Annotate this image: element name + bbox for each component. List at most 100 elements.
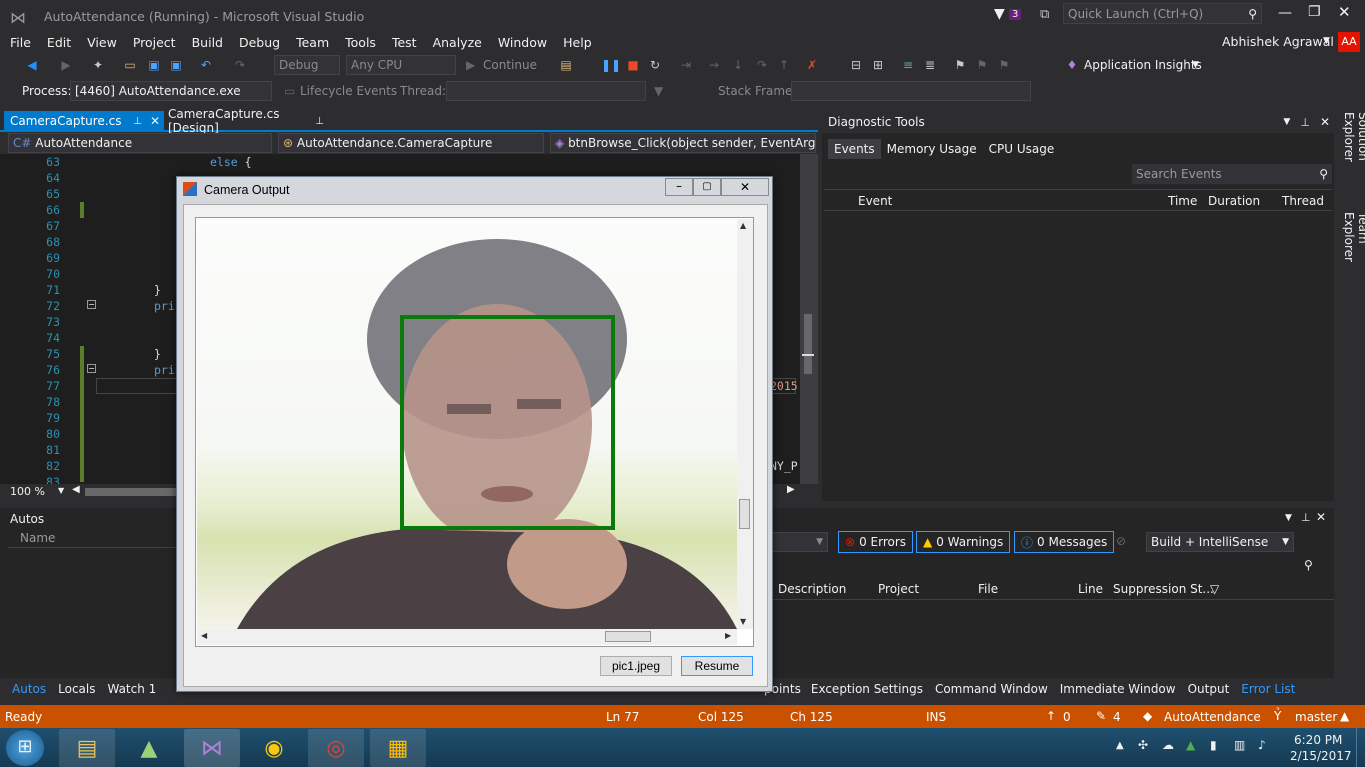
- save-icon[interactable]: ▣: [146, 57, 162, 73]
- col-name[interactable]: Name: [20, 531, 55, 545]
- repo-icon[interactable]: ◆: [1143, 709, 1152, 723]
- vertical-scrollbar[interactable]: [800, 154, 818, 484]
- build-filter-dropdown[interactable]: Build + IntelliSense ▼: [1146, 532, 1294, 552]
- collapse-icon[interactable]: −: [87, 300, 96, 309]
- close-button[interactable]: ✕: [1338, 3, 1351, 21]
- tab-immediate-window[interactable]: Immediate Window: [1054, 679, 1182, 699]
- project-dropdown[interactable]: C# AutoAttendance: [8, 133, 272, 153]
- tab-output[interactable]: Output: [1182, 679, 1236, 699]
- taskbar-keep[interactable]: ◉: [246, 729, 302, 767]
- col-description[interactable]: Description: [778, 582, 846, 596]
- clock-date[interactable]: 2/15/2017: [1290, 749, 1352, 763]
- step-into-icon[interactable]: →: [706, 57, 722, 73]
- scroll-left-icon[interactable]: ◀: [72, 484, 80, 495]
- uncomment-icon[interactable]: ≣: [922, 57, 938, 73]
- maximize-button[interactable]: ❐: [1308, 4, 1321, 20]
- tray-volume-icon[interactable]: ♪: [1258, 738, 1266, 752]
- horizontal-scrollbar-thumb[interactable]: [85, 488, 185, 496]
- stack-frame-dropdown[interactable]: [791, 81, 1031, 101]
- search-events-input[interactable]: Search Events: [1136, 167, 1319, 181]
- clock-time[interactable]: 6:20 PM: [1294, 733, 1342, 747]
- attach-icon[interactable]: ▤: [558, 57, 574, 73]
- thread-dropdown[interactable]: [446, 81, 646, 101]
- minimize-button[interactable]: —: [1278, 5, 1292, 21]
- show-next-statement-icon[interactable]: ⇥: [678, 57, 694, 73]
- app-insights-dropdown-icon[interactable]: ▼: [1192, 60, 1199, 70]
- pencil-icon[interactable]: ✎: [1096, 709, 1106, 723]
- tab-exception-settings[interactable]: Exception Settings: [805, 679, 929, 699]
- application-insights-button[interactable]: Application Insights: [1084, 58, 1202, 72]
- scroll-right-icon[interactable]: ▶: [787, 484, 795, 495]
- menu-help[interactable]: Help: [555, 35, 600, 50]
- taskbar-winforms-app[interactable]: ▦: [370, 729, 426, 767]
- side-tab-team-explorer[interactable]: Team Explorer: [1342, 212, 1365, 296]
- restart-icon[interactable]: ↻: [647, 57, 663, 73]
- show-desktop-button[interactable]: [1356, 728, 1365, 767]
- side-tab-solution-explorer[interactable]: Solution Explorer: [1342, 112, 1365, 204]
- tray-wifi-icon[interactable]: ▥: [1234, 738, 1245, 752]
- step-back-icon[interactable]: ↑: [776, 57, 792, 73]
- warnings-toggle[interactable]: ▲ 0 Warnings: [916, 531, 1011, 553]
- continue-button[interactable]: Continue: [483, 58, 537, 72]
- tray-network-icon[interactable]: ✣: [1138, 738, 1148, 752]
- flag-filter-icon[interactable]: ▼: [654, 84, 663, 98]
- taskbar-chrome[interactable]: ◎: [308, 729, 364, 767]
- menu-tools[interactable]: Tools: [337, 35, 384, 50]
- forward-icon[interactable]: ▶: [58, 57, 74, 73]
- branch-up-icon[interactable]: ▲: [1340, 709, 1349, 723]
- tray-drive-icon[interactable]: ▲: [1186, 738, 1195, 752]
- undo-icon[interactable]: ↶: [198, 57, 214, 73]
- col-time[interactable]: Time: [1168, 194, 1197, 208]
- pin-icon[interactable]: ⊥: [133, 116, 142, 127]
- redo-icon[interactable]: ↷: [232, 57, 248, 73]
- breakpoints-icon[interactable]: ✗: [804, 57, 820, 73]
- platform-dropdown[interactable]: Any CPU: [346, 55, 456, 75]
- branch-icon[interactable]: Ỷ: [1274, 709, 1281, 723]
- messages-toggle[interactable]: ⓘ 0 Messages: [1014, 531, 1115, 553]
- edits-count[interactable]: 4: [1113, 710, 1121, 724]
- col-line[interactable]: Line: [1078, 582, 1103, 596]
- lifecycle-events-button[interactable]: Lifecycle Events: [300, 84, 397, 98]
- dialog-close-button[interactable]: ✕: [721, 178, 769, 196]
- search-icon[interactable]: ⚲: [1304, 558, 1313, 572]
- comment-icon[interactable]: ≡: [900, 57, 916, 73]
- step-over-icon[interactable]: ↓: [730, 57, 746, 73]
- menu-file[interactable]: File: [0, 35, 39, 50]
- resume-button[interactable]: Resume: [681, 656, 753, 676]
- dialog-maximize-button[interactable]: ▢: [693, 178, 721, 196]
- col-project[interactable]: Project: [878, 582, 919, 596]
- collapse-icon[interactable]: −: [87, 364, 96, 373]
- image-horizontal-scrollbar[interactable]: ◀ ▶: [197, 629, 737, 645]
- start-button[interactable]: ⊞: [6, 730, 44, 766]
- taskbar-explorer[interactable]: ▤: [59, 729, 115, 767]
- menu-debug[interactable]: Debug: [231, 35, 288, 50]
- back-icon[interactable]: ◀: [24, 57, 40, 73]
- tab-command-window[interactable]: Command Window: [929, 679, 1054, 699]
- feedback-icon[interactable]: ⧉: [1040, 7, 1049, 22]
- col-suppression[interactable]: Suppression St...: [1113, 582, 1214, 596]
- clear-filter-icon[interactable]: ⊘: [1116, 534, 1126, 548]
- class-dropdown[interactable]: ⊛ AutoAttendance.CameraCapture: [278, 133, 544, 153]
- tray-battery-icon[interactable]: ▮: [1210, 738, 1217, 752]
- filter-icon[interactable]: ▼: [994, 6, 1005, 22]
- tab-camera-capture-cs[interactable]: CameraCapture.cs ⊥ ✕: [4, 111, 164, 131]
- menu-analyze[interactable]: Analyze: [425, 35, 490, 50]
- close-tab-icon[interactable]: ✕: [150, 114, 160, 128]
- taskbar-visual-studio[interactable]: ⋈: [184, 729, 240, 767]
- zoom-dropdown-icon[interactable]: ▼: [58, 486, 64, 495]
- scope-dropdown[interactable]: ▼: [770, 532, 828, 552]
- process-dropdown[interactable]: [4460] AutoAttendance.exe: [70, 81, 272, 101]
- menu-project[interactable]: Project: [125, 35, 184, 50]
- tab-error-list[interactable]: Error List: [1235, 679, 1301, 699]
- format-icon[interactable]: ⊟: [848, 57, 864, 73]
- tab-events[interactable]: Events: [828, 139, 881, 159]
- menu-test[interactable]: Test: [384, 35, 425, 50]
- close-icon[interactable]: ✕: [1320, 115, 1330, 129]
- avatar[interactable]: AA: [1338, 32, 1360, 52]
- config-dropdown[interactable]: Debug: [274, 55, 340, 75]
- branch-name[interactable]: master: [1295, 710, 1337, 724]
- push-icon[interactable]: ↑: [1046, 709, 1056, 723]
- image-scroll-thumb[interactable]: [739, 499, 750, 529]
- panel-dropdown-icon[interactable]: ▼: [1285, 513, 1292, 523]
- tab-camera-capture-design[interactable]: CameraCapture.cs [Design] ⊥: [166, 107, 336, 135]
